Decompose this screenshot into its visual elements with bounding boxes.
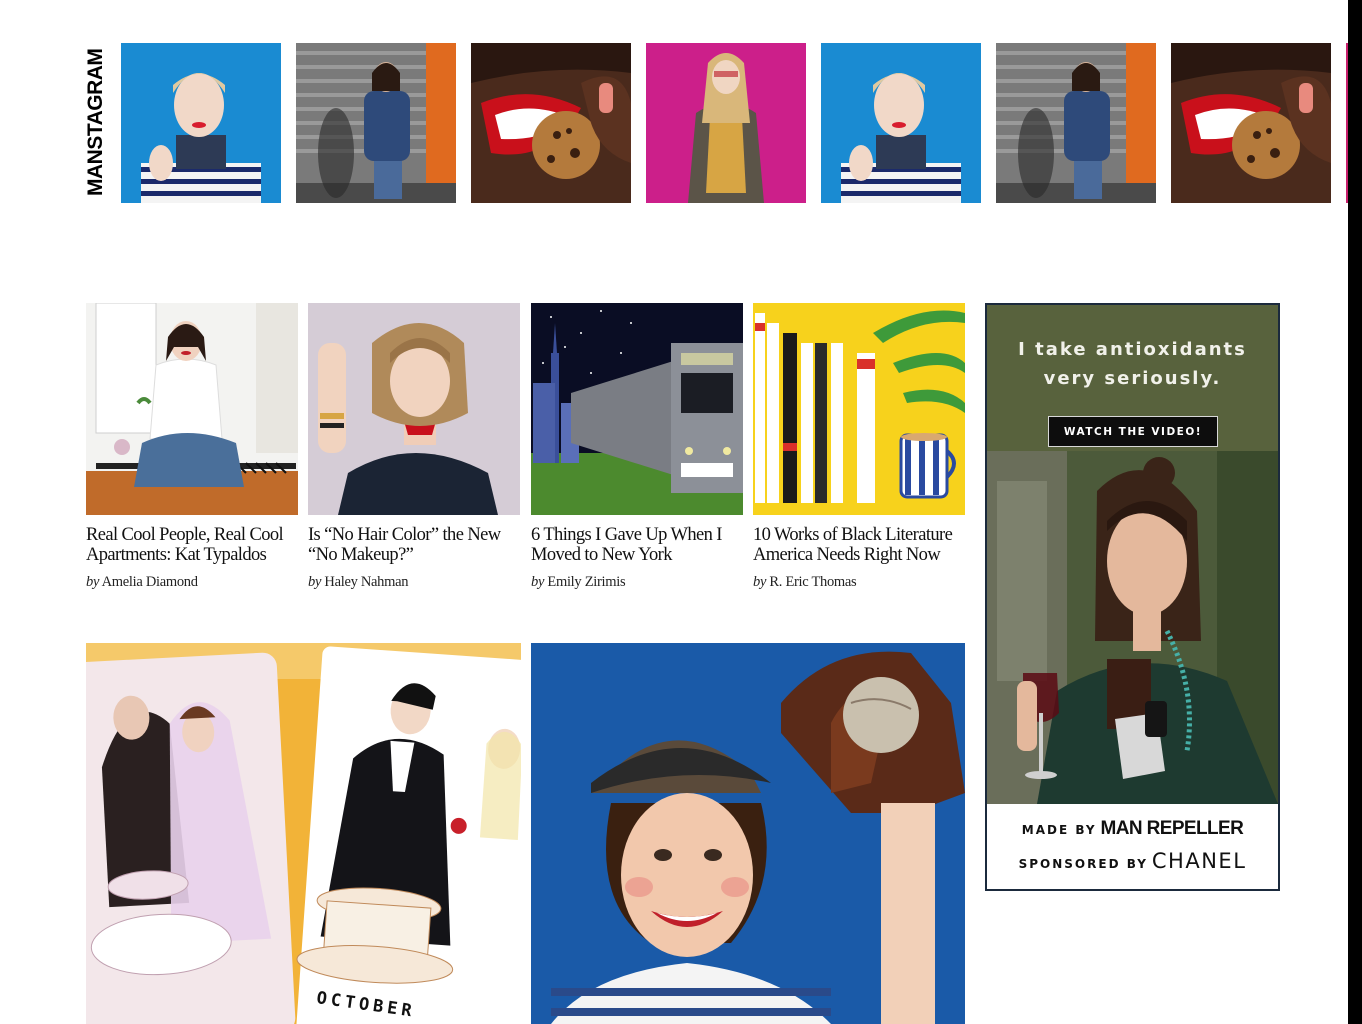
byline-prefix: by — [308, 574, 322, 590]
ad-footer: MADE BY MAN REPELLER SPONSORED BY CHANEL — [987, 804, 1278, 889]
article-image-hair[interactable] — [308, 303, 520, 515]
article-author[interactable]: Amelia Diamond — [102, 574, 198, 590]
manstagram-photo-cookie-bite[interactable] — [471, 43, 631, 203]
manstagram-photo-cookie-bite[interactable] — [1171, 43, 1331, 203]
article-author[interactable]: R. Eric Thomas — [769, 574, 856, 590]
article-byline: by Emily Zirimis — [531, 574, 743, 591]
feature-baseball-girl[interactable] — [531, 643, 965, 1024]
article-title[interactable]: 6 Things I Gave Up When I Moved to New Y… — [531, 525, 743, 565]
byline-prefix: by — [86, 574, 100, 590]
ad-headline: I take antioxidants very seriously. — [1018, 339, 1247, 389]
chanel-logo: CHANEL — [1151, 849, 1247, 873]
ad-made-by: MADE BY MAN REPELLER — [987, 818, 1278, 840]
manstagram-label: MANSTAGRAM — [84, 48, 107, 196]
right-edge-bar — [1348, 0, 1362, 1024]
article-title[interactable]: Is “No Hair Color” the New “No Makeup?” — [308, 525, 520, 565]
manstagram-photo-denim-jacket[interactable] — [996, 43, 1156, 203]
article-image-subway[interactable] — [531, 303, 743, 515]
article-byline: by Haley Nahman — [308, 574, 520, 591]
manstagram-photo-striped-shirt[interactable] — [121, 43, 281, 203]
chanel-advertisement[interactable]: I take antioxidants very seriously. WATC… — [985, 303, 1280, 891]
ad-sponsored-by: SPONSORED BY CHANEL — [987, 849, 1278, 873]
man-repeller-logo: MAN REPELLER — [1100, 818, 1244, 839]
article-card[interactable]: Real Cool People, Real Cool Apartments: … — [86, 303, 298, 591]
feature-wedding-illustration[interactable]: OCTOBER — [86, 643, 521, 1024]
manstagram-photo-striped-shirt[interactable] — [821, 43, 981, 203]
article-title[interactable]: Real Cool People, Real Cool Apartments: … — [86, 525, 298, 565]
byline-prefix: by — [531, 574, 545, 590]
manstagram-photo-denim-jacket[interactable] — [296, 43, 456, 203]
manstagram-photo-pink-backdrop[interactable] — [646, 43, 806, 203]
manstagram-next-photo-edge — [1346, 43, 1348, 203]
made-by-prefix: MADE BY — [1021, 823, 1097, 837]
article-author[interactable]: Haley Nahman — [324, 574, 408, 590]
article-byline: by Amelia Diamond — [86, 574, 298, 591]
article-card[interactable]: Is “No Hair Color” the New “No Makeup?” … — [308, 303, 520, 591]
article-image-books[interactable] — [753, 303, 965, 515]
article-card[interactable]: 10 Works of Black Literature America Nee… — [753, 303, 965, 591]
watch-video-button[interactable]: WATCH THE VIDEO! — [1048, 416, 1218, 447]
article-image-apartment[interactable] — [86, 303, 298, 515]
byline-prefix: by — [753, 574, 767, 590]
article-author[interactable]: Emily Zirimis — [547, 574, 625, 590]
article-card[interactable]: 6 Things I Gave Up When I Moved to New Y… — [531, 303, 743, 591]
article-byline: by R. Eric Thomas — [753, 574, 965, 591]
ad-photo — [987, 451, 1278, 804]
sponsored-by-prefix: SPONSORED BY — [1018, 857, 1148, 871]
article-title[interactable]: 10 Works of Black Literature America Nee… — [753, 525, 965, 565]
